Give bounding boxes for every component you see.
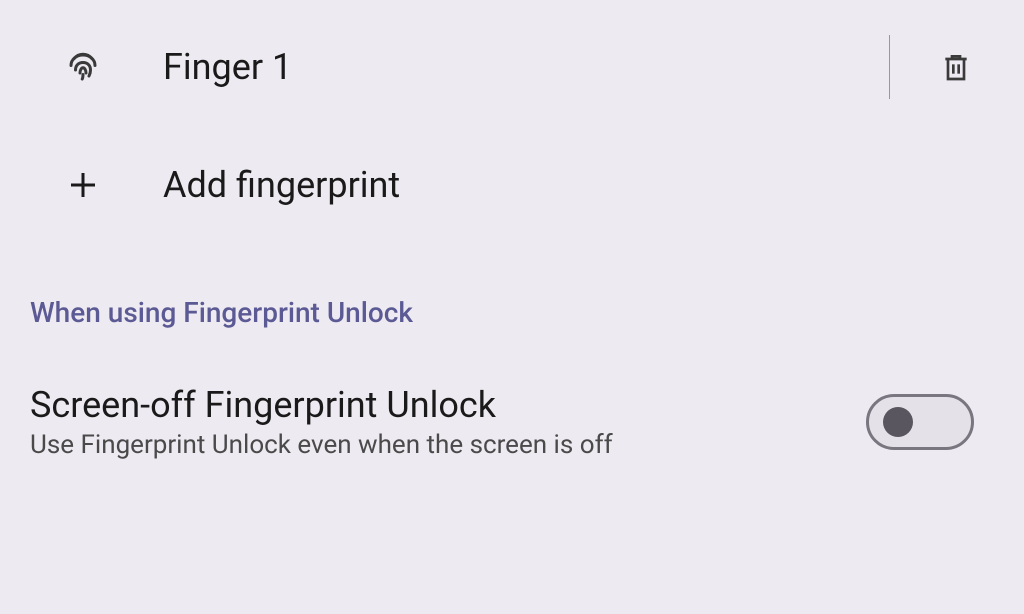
divider — [889, 35, 890, 99]
add-fingerprint-label: Add fingerprint — [163, 164, 974, 206]
add-fingerprint-button[interactable]: Add fingerprint — [0, 134, 1024, 236]
toggle-knob — [883, 407, 913, 437]
setting-title: Screen-off Fingerprint Unlock — [30, 384, 866, 426]
screen-off-unlock-setting[interactable]: Screen-off Fingerprint Unlock Use Finger… — [0, 344, 1024, 490]
setting-text: Screen-off Fingerprint Unlock Use Finger… — [30, 384, 866, 460]
fingerprint-item[interactable]: Finger 1 — [0, 0, 1024, 134]
screen-off-unlock-toggle[interactable] — [866, 394, 974, 450]
setting-subtitle: Use Fingerprint Unlock even when the scr… — [30, 430, 866, 460]
fingerprint-icon — [65, 49, 101, 85]
fingerprint-label: Finger 1 — [163, 46, 841, 88]
delete-icon[interactable] — [938, 49, 974, 85]
plus-icon — [65, 167, 101, 203]
section-header: When using Fingerprint Unlock — [0, 236, 1024, 344]
